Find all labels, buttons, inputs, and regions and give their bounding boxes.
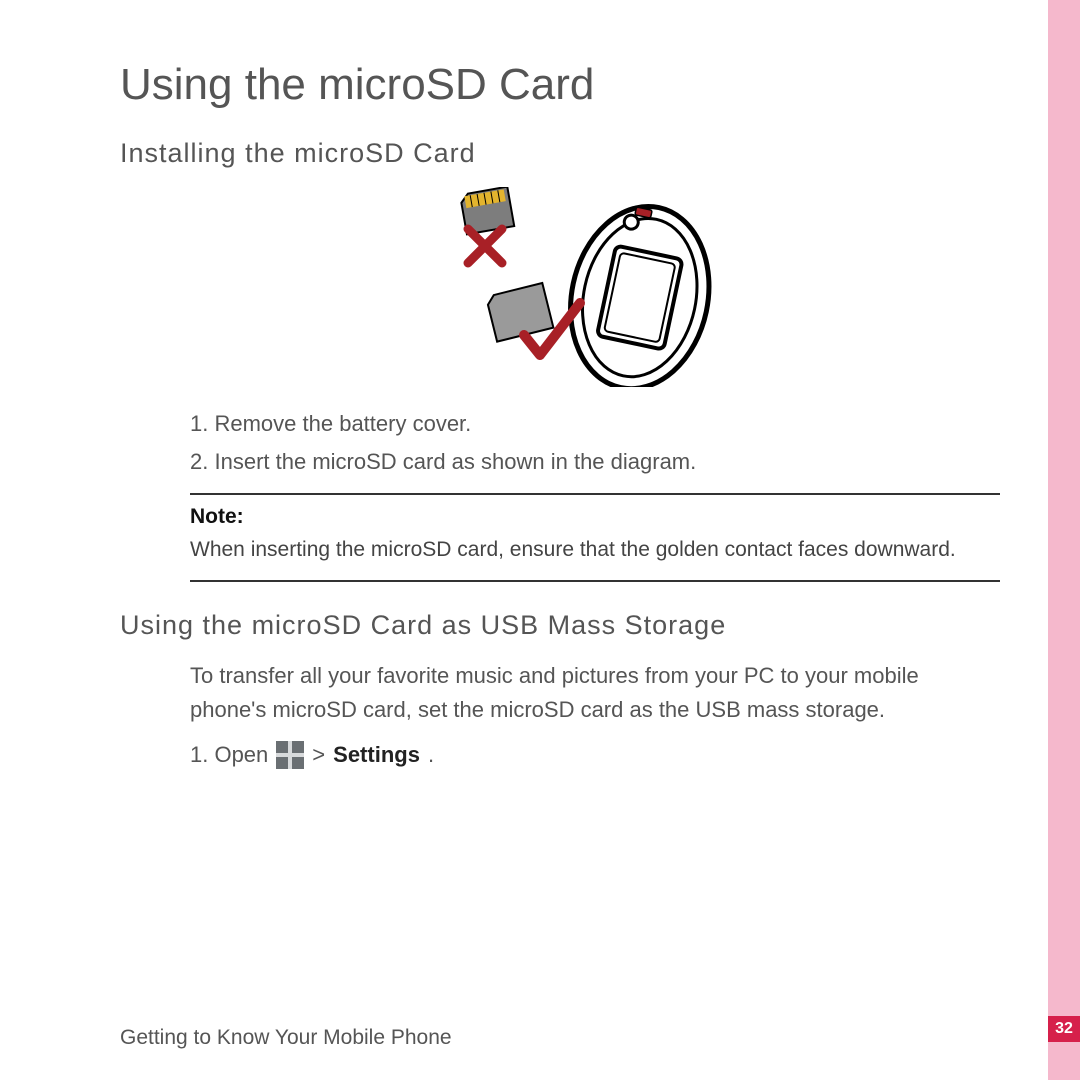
section-heading-usb: Using the microSD Card as USB Mass Stora… (120, 610, 1000, 641)
step-text: Remove the battery cover. (214, 411, 471, 436)
step-open-settings: 1. Open > Settings. (190, 741, 1000, 769)
step-number: 2. (190, 449, 208, 474)
dot: . (428, 742, 434, 768)
x-mark-icon (468, 229, 502, 263)
page-title: Using the microSD Card (120, 60, 1000, 110)
gt-symbol: > (312, 742, 325, 768)
step-text: Insert the microSD card as shown in the … (214, 449, 696, 474)
footer-text: Getting to Know Your Mobile Phone (120, 1026, 452, 1050)
note-text: When inserting the microSD card, ensure … (190, 535, 1000, 565)
apps-grid-icon (276, 741, 304, 769)
page-number: 32 (1048, 1016, 1080, 1042)
side-stripe (1048, 0, 1080, 1080)
section-heading-install: Installing the microSD Card (120, 138, 1000, 169)
usb-intro: To transfer all your favorite music and … (190, 659, 1000, 727)
note-block: Note: When inserting the microSD card, e… (190, 493, 1000, 581)
install-diagram (430, 187, 760, 387)
step-2: 2. Insert the microSD card as shown in t… (190, 445, 1000, 479)
step-prefix: 1. Open (190, 742, 268, 768)
step-number: 1. (190, 411, 208, 436)
step-1: 1. Remove the battery cover. (190, 407, 1000, 441)
note-label: Note: (190, 505, 1000, 529)
settings-label: Settings (333, 742, 420, 768)
